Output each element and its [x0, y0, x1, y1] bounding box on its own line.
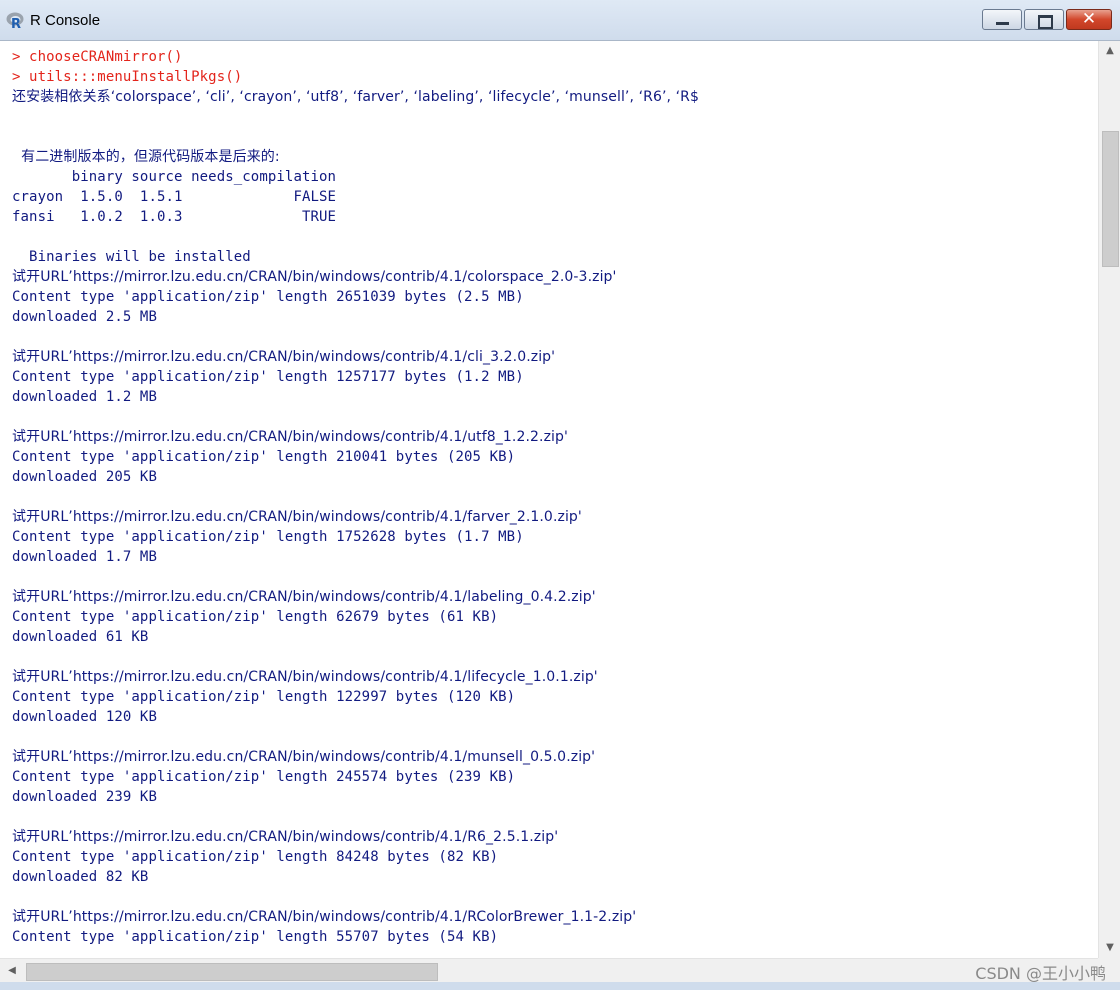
console-output-line: 试开URL’https://mirror.lzu.edu.cn/CRAN/bin… [12, 429, 568, 445]
r-logo-letter: R [11, 17, 21, 29]
console-output-line: Content type 'application/zip' length 62… [12, 609, 499, 625]
console-output-line: Binaries will be installed [12, 249, 251, 265]
console-output-line: Content type 'application/zip' length 12… [12, 369, 524, 385]
console-output-line: downloaded 61 KB [12, 629, 149, 645]
console-output-line: 试开URL’https://mirror.lzu.edu.cn/CRAN/bin… [12, 509, 582, 525]
window-controls: ✕ [980, 9, 1112, 32]
console-output-line: downloaded 2.5 MB [12, 309, 157, 325]
console-output-line: downloaded 120 KB [12, 709, 157, 725]
console-output-line: 有二进制版本的，但源代码版本是后来的: [12, 149, 280, 165]
console-output-line: downloaded 82 KB [12, 869, 149, 885]
window-title: R Console [30, 12, 101, 29]
console-output-line: Content type 'application/zip' length 24… [12, 769, 516, 785]
console-output-line: downloaded 205 KB [12, 469, 157, 485]
console-output-line: crayon 1.5.0 1.5.1 FALSE [12, 189, 337, 205]
console-output-line: downloaded 239 KB [12, 789, 157, 805]
console-output-line: 试开URL’https://mirror.lzu.edu.cn/CRAN/bin… [12, 589, 596, 605]
console-output-line: Content type 'application/zip' length 17… [12, 529, 524, 545]
console-output-line: Content type 'application/zip' length 26… [12, 289, 524, 305]
console-output-line: 试开URL’https://mirror.lzu.edu.cn/CRAN/bin… [12, 749, 596, 765]
r-logo-icon: R [6, 12, 24, 29]
console-output-line: Content type 'application/zip' length 21… [12, 449, 516, 465]
vertical-scroll-thumb[interactable] [1102, 131, 1119, 267]
minimize-button[interactable] [982, 9, 1022, 30]
scroll-up-arrow-icon[interactable]: ▲ [1099, 41, 1120, 61]
console-output-line: Content type 'application/zip' length 84… [12, 849, 499, 865]
console-output-line: 还安装相依关系‘colorspace’, ‘cli’, ‘crayon’, ‘u… [12, 89, 699, 105]
console-output-line: binary source needs_compilation [12, 169, 337, 185]
horizontal-scroll-thumb[interactable] [26, 963, 438, 981]
scroll-down-arrow-icon[interactable]: ▼ [1099, 938, 1120, 958]
console-output-line: 试开URL’https://mirror.lzu.edu.cn/CRAN/bin… [12, 829, 559, 845]
watermark: CSDN @王小小鸭 [975, 964, 1106, 983]
vertical-scrollbar[interactable]: ▲ ▼ [1098, 41, 1120, 958]
title-bar[interactable]: R R Console ✕ [0, 0, 1120, 41]
maximize-icon [1038, 15, 1053, 29]
maximize-button[interactable] [1024, 9, 1064, 30]
close-button[interactable]: ✕ [1066, 9, 1112, 30]
window-bottom-border [0, 982, 1120, 990]
minimize-icon [996, 22, 1009, 25]
horizontal-scrollbar[interactable]: ◀ [0, 958, 1098, 983]
console-output-line: fansi 1.0.2 1.0.3 TRUE [12, 209, 337, 225]
console-output-line: downloaded 1.2 MB [12, 389, 157, 405]
console-command-line: > utils:::menuInstallPkgs() [12, 69, 243, 85]
console-output-line: 试开URL’https://mirror.lzu.edu.cn/CRAN/bin… [12, 269, 617, 285]
console-output-line: Content type 'application/zip' length 12… [12, 689, 516, 705]
console-output-line: 试开URL’https://mirror.lzu.edu.cn/CRAN/bin… [12, 349, 556, 365]
r-console-window: R R Console ✕ > chooseCRANmirror()> util… [0, 0, 1120, 990]
console-output-line: 试开URL’https://mirror.lzu.edu.cn/CRAN/bin… [12, 669, 598, 685]
console-output-line: Content type 'application/zip' length 55… [12, 929, 499, 945]
console-text: > chooseCRANmirror()> utils:::menuInstal… [12, 47, 699, 947]
scroll-left-arrow-icon[interactable]: ◀ [4, 961, 20, 981]
close-icon: ✕ [1081, 9, 1097, 29]
console-output-line: downloaded 1.7 MB [12, 549, 157, 565]
console-command-line: > chooseCRANmirror() [12, 49, 183, 65]
console-output-line: 试开URL’https://mirror.lzu.edu.cn/CRAN/bin… [12, 909, 637, 925]
console-output-area[interactable]: > chooseCRANmirror()> utils:::menuInstal… [0, 41, 1098, 958]
